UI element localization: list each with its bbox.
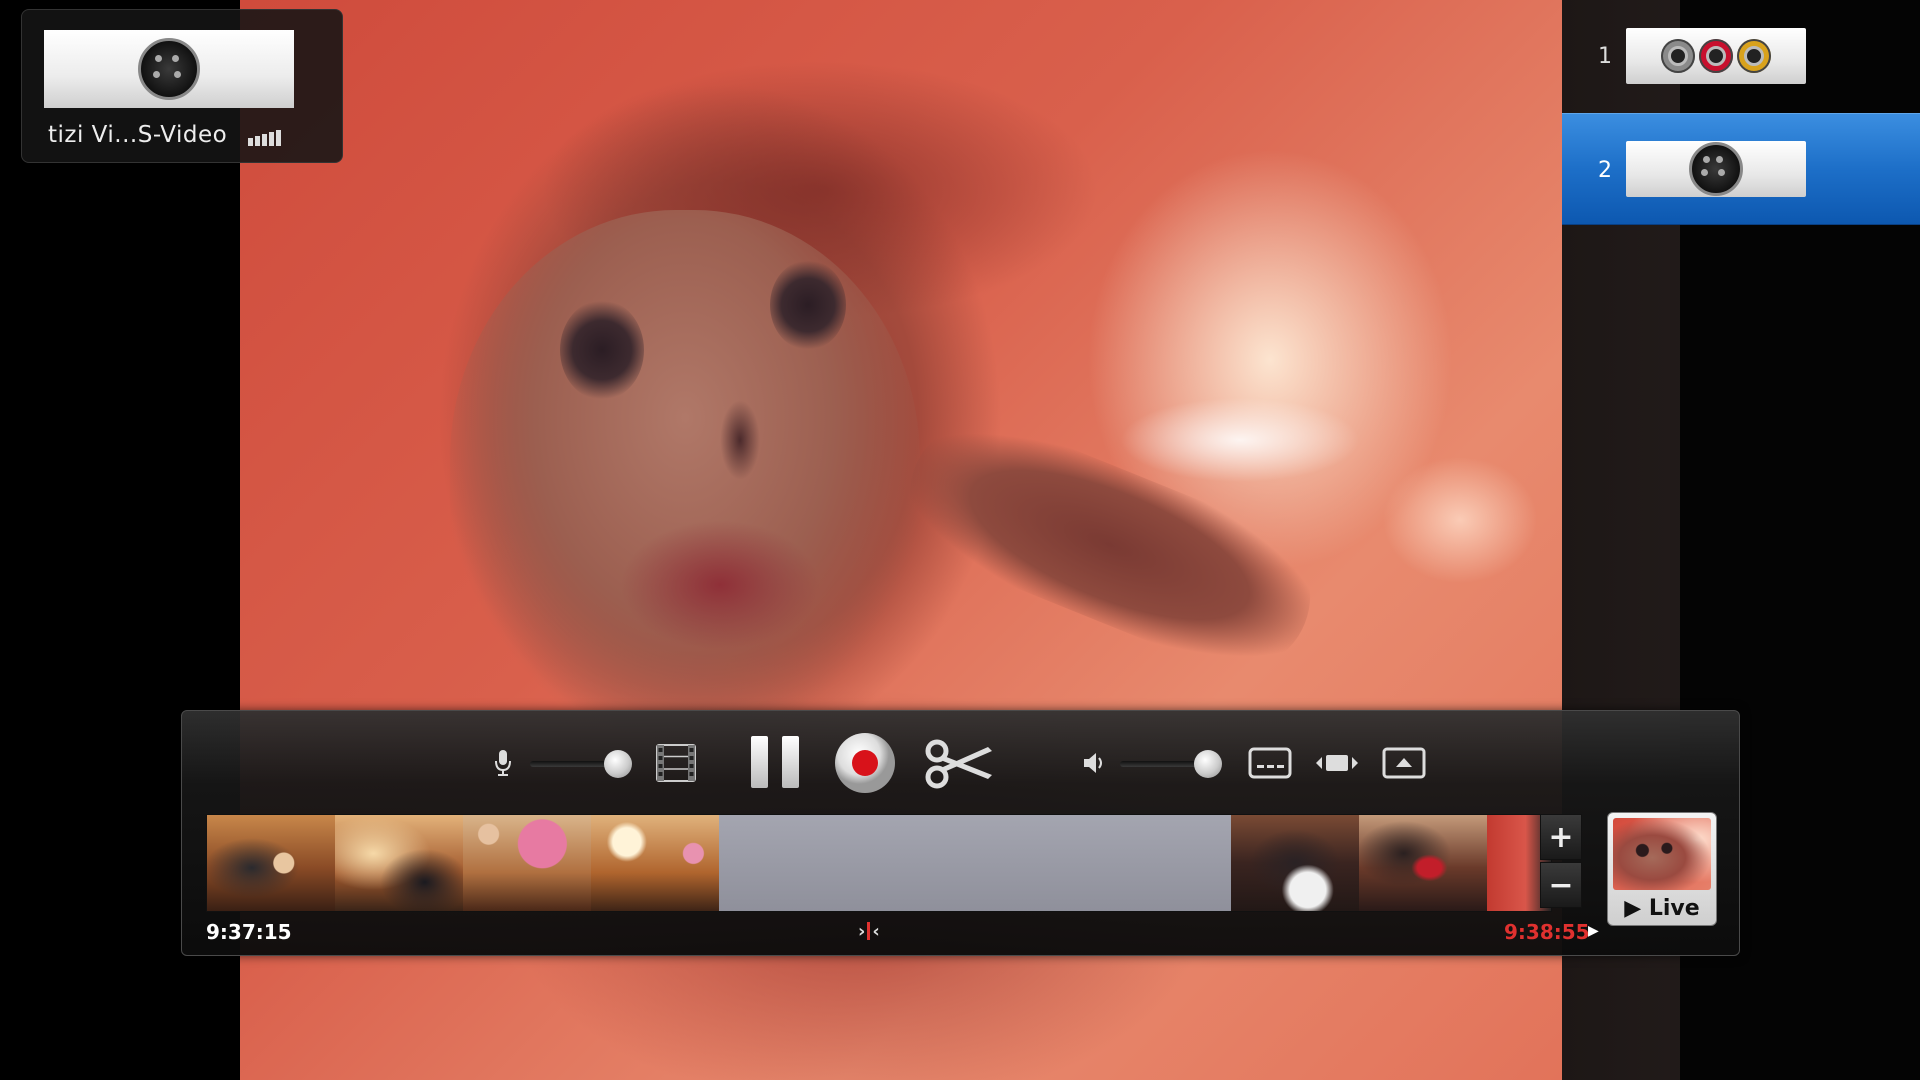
pause-icon: [751, 736, 799, 788]
playhead[interactable]: › ‹: [858, 921, 880, 942]
captions-icon: [1248, 747, 1292, 779]
device-badge: tizi Vi...S-Video: [21, 9, 343, 163]
mic-volume-knob[interactable]: [604, 750, 632, 778]
s-video-icon: [138, 38, 200, 100]
live-label: ▶ Live: [1624, 896, 1700, 921]
play-arrow-icon: ▶: [1588, 923, 1599, 939]
signal-bars-icon: [248, 130, 281, 146]
eject-button[interactable]: [1381, 743, 1427, 783]
control-bar: + − ▶ Live 9:37:15 › ‹ 9:38:55 ▶: [181, 710, 1740, 956]
zoom-out-button[interactable]: −: [1540, 862, 1582, 908]
live-thumbnail: [1613, 818, 1711, 890]
source-item-1[interactable]: 1: [1562, 0, 1920, 110]
timeline-filmstrip[interactable]: [206, 814, 1552, 912]
device-name: tizi Vi...S-Video: [48, 122, 228, 148]
timeline-thumbnail: [1231, 815, 1359, 911]
timeline-thumbnail: [207, 815, 335, 911]
timeline-gap: [719, 815, 1231, 911]
mic-volume-slider[interactable]: [530, 750, 632, 778]
timeline-thumbnail: [591, 815, 719, 911]
aspect-ratio-icon: [1316, 755, 1358, 771]
captions-button[interactable]: [1247, 743, 1293, 783]
record-button[interactable]: [833, 731, 897, 795]
source-number: 1: [1598, 44, 1612, 69]
scissors-icon: [925, 739, 992, 789]
live-button[interactable]: ▶ Live: [1607, 812, 1717, 926]
speaker-volume-slider[interactable]: [1120, 750, 1222, 778]
composite-rca-icon: [1626, 28, 1806, 84]
film-strip-icon[interactable]: [655, 741, 697, 785]
speaker-icon[interactable]: [1080, 747, 1110, 779]
eject-icon: [1382, 747, 1426, 779]
zoom-in-button[interactable]: +: [1540, 814, 1582, 860]
microphone-icon[interactable]: [488, 745, 518, 781]
end-time: 9:38:55: [1504, 920, 1590, 944]
scissors-button[interactable]: [923, 737, 995, 791]
pause-button[interactable]: [747, 733, 803, 791]
record-icon: [835, 733, 895, 793]
source-item-2[interactable]: 2: [1562, 113, 1920, 225]
speaker-volume-knob[interactable]: [1194, 750, 1222, 778]
timeline-thumbnail: [463, 815, 591, 911]
aspect-ratio-button[interactable]: [1314, 745, 1360, 781]
timeline-thumbnail: [1359, 815, 1487, 911]
start-time: 9:37:15: [206, 920, 292, 944]
source-number: 2: [1598, 158, 1612, 183]
s-video-icon: [1689, 142, 1743, 196]
timeline-thumbnail: [335, 815, 463, 911]
